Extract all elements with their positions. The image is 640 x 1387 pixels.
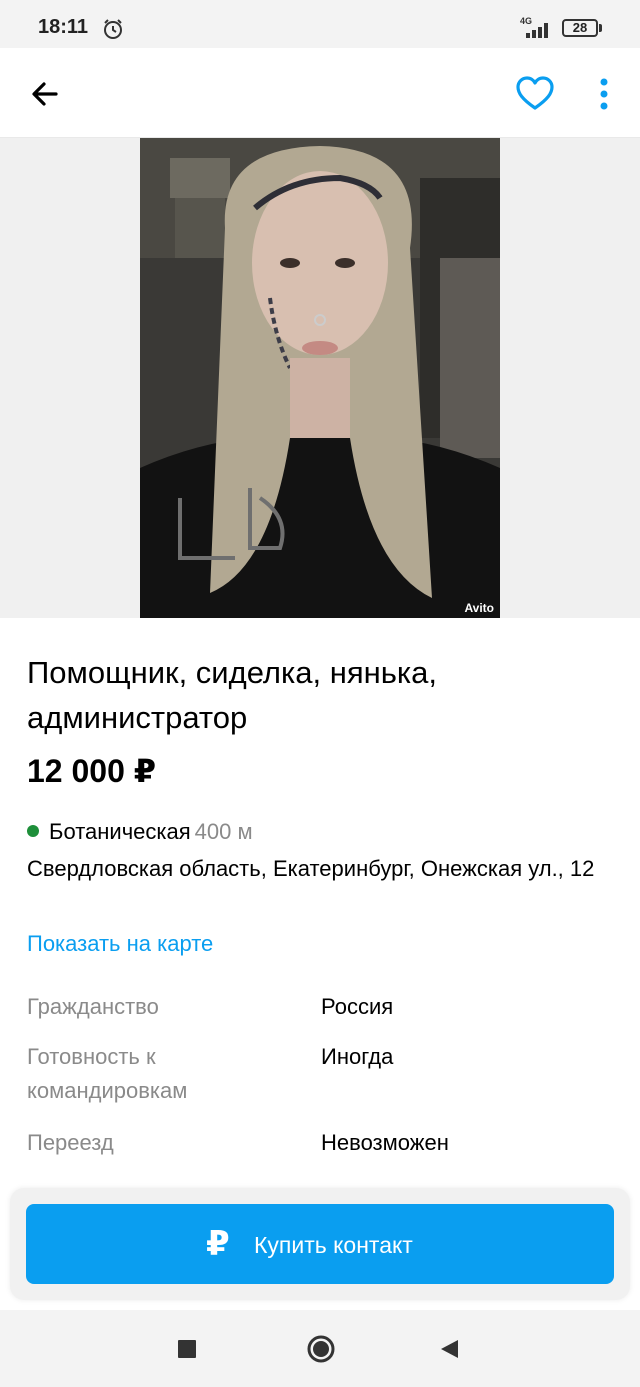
alarm-icon (104, 19, 122, 39)
ruble-icon: ₽ (206, 1225, 230, 1263)
metro-station: Ботаническая 400 м (27, 818, 253, 846)
metro-station-name: Ботаническая (49, 819, 191, 844)
param-key: Переезд (27, 1130, 114, 1155)
back-arrow-icon[interactable] (26, 74, 66, 114)
system-navigation-bar (0, 1310, 640, 1387)
avito-watermark: Avito (464, 601, 494, 615)
param-value: Иногда (321, 1044, 394, 1069)
param-key: Готовность к командировкам (27, 1044, 188, 1103)
listing-title: Помощник, сиделка, нянька, администратор (27, 655, 437, 735)
listing-price: 12 000 ₽ (27, 753, 157, 789)
param-key: Гражданство (27, 994, 159, 1019)
metro-distance: 400 м (194, 819, 253, 844)
listing-photo[interactable]: Avito (140, 138, 500, 618)
param-value: Невозможен (321, 1130, 449, 1155)
metro-line-dot-icon (27, 825, 39, 838)
listing-address: Свердловская область, Екатеринбург, Онеж… (27, 856, 595, 881)
status-bar: 18:11 4G 28 (0, 0, 640, 48)
photo-illustration: Avito (140, 138, 500, 618)
toolbar (0, 48, 640, 138)
signal-icon (526, 23, 548, 38)
battery-indicator: 28 (562, 19, 598, 37)
recent-apps-icon[interactable] (178, 1340, 196, 1358)
more-menu-icon[interactable] (590, 74, 618, 114)
buy-contact-label: Купить контакт (254, 1232, 413, 1258)
status-time: 18:11 (38, 16, 89, 38)
show-on-map-link[interactable]: Показать на карте (27, 930, 213, 958)
home-icon[interactable] (306, 1334, 336, 1364)
bottom-action-panel: ₽ Купить контакт (10, 1188, 630, 1300)
favorite-heart-icon[interactable] (514, 74, 556, 114)
param-value: Россия (321, 994, 394, 1019)
buy-contact-button[interactable]: ₽ Купить контакт (26, 1204, 614, 1284)
battery-tip (599, 24, 602, 32)
system-back-icon[interactable] (438, 1338, 460, 1360)
photo-gallery[interactable]: Avito (0, 138, 640, 618)
